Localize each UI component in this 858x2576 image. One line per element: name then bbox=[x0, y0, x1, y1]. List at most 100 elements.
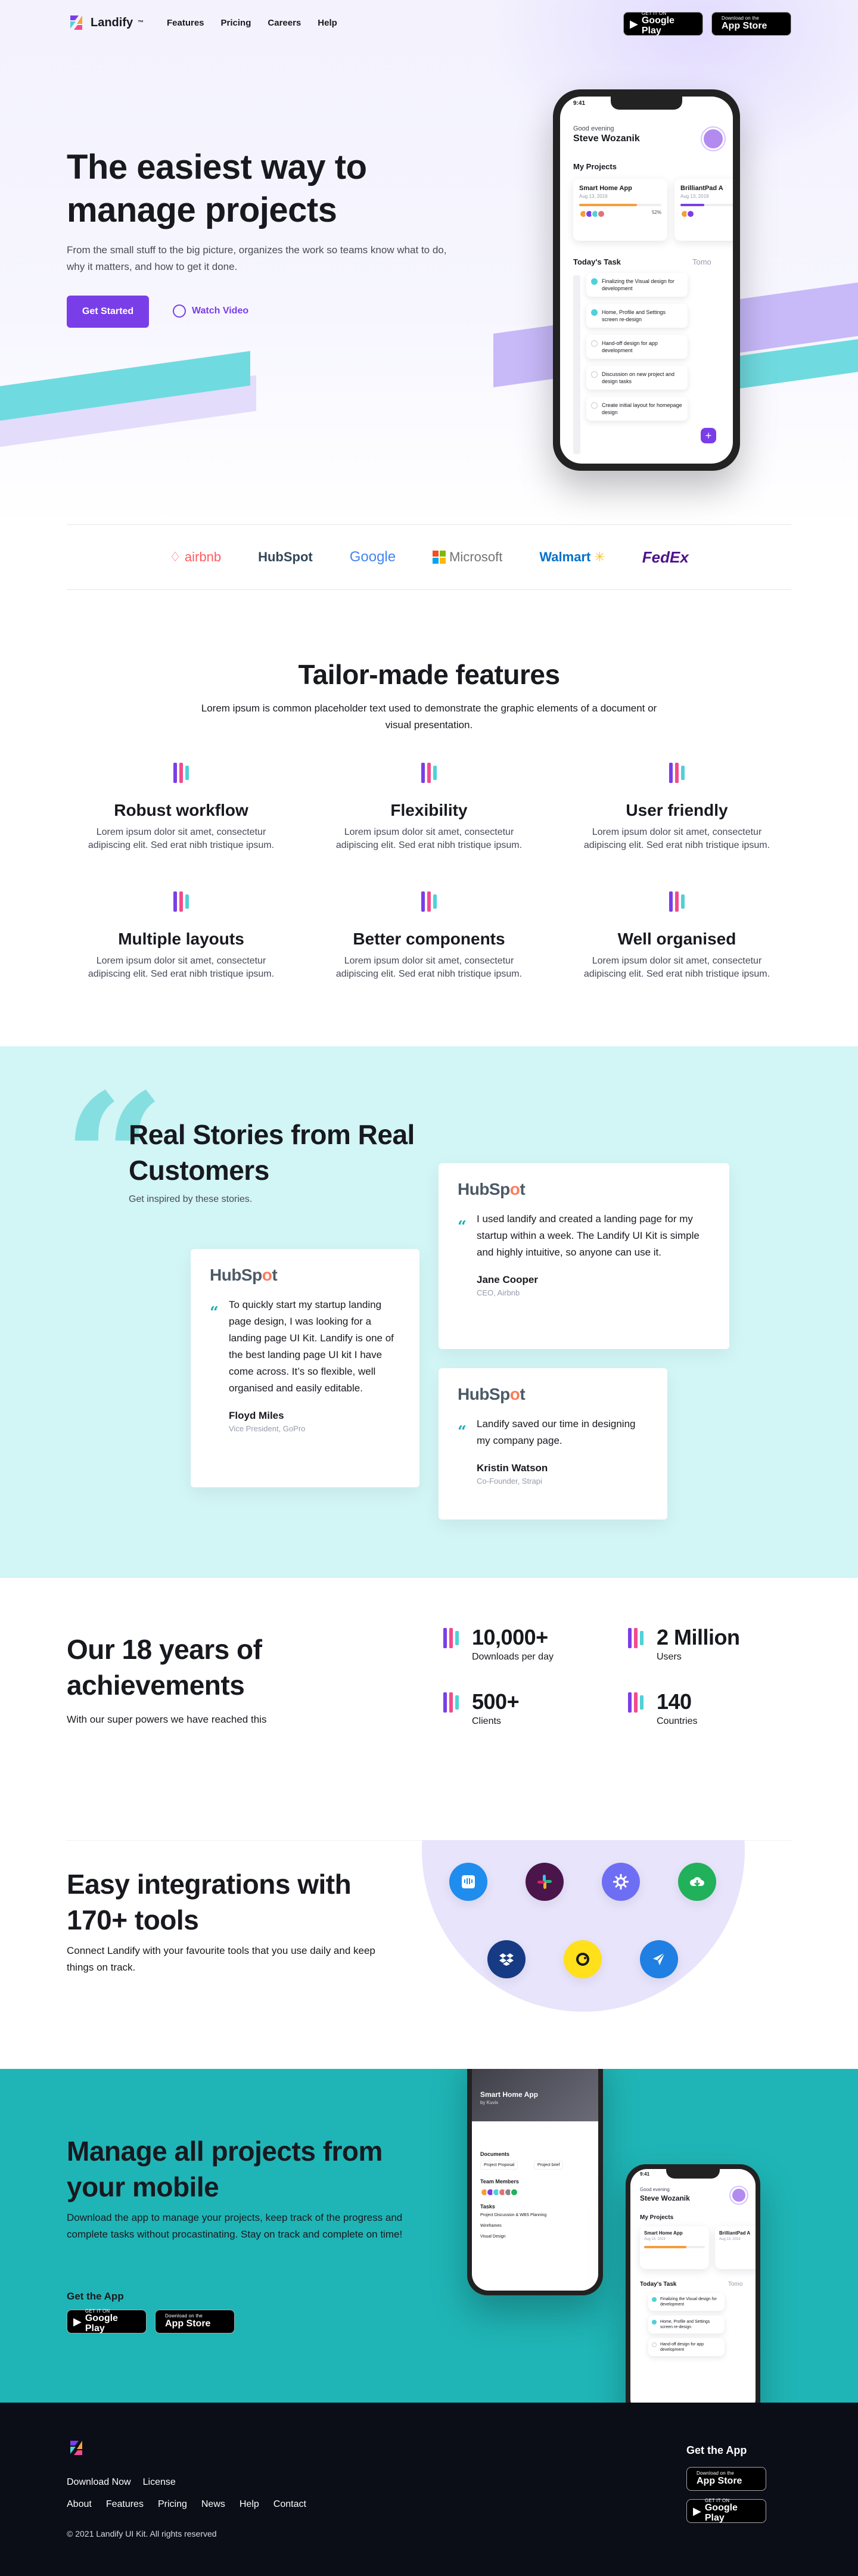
phone-screen: 9:41 Good evening Steve Wozanik My Proje… bbox=[560, 97, 733, 464]
footer-link-help[interactable]: Help bbox=[240, 2499, 259, 2510]
task-item[interactable]: Finalizing the Visual design for develop… bbox=[648, 2293, 725, 2311]
phone-tomorrow-heading: Tomo bbox=[692, 257, 711, 266]
stat-bars-icon bbox=[443, 1692, 461, 1713]
testimonial-text: I used landify and created a landing pag… bbox=[477, 1213, 700, 1258]
mailchimp-icon[interactable] bbox=[564, 1940, 602, 1978]
project-title: BrilliantPad A bbox=[719, 2230, 751, 2236]
quote-icon: “ bbox=[210, 1304, 219, 1322]
project-progress-bar bbox=[579, 204, 661, 206]
task-item[interactable]: Create initial layout for homepage desig… bbox=[586, 397, 688, 421]
footer-link-license[interactable]: License bbox=[143, 2477, 176, 2488]
google-play-icon: ▶ bbox=[73, 2316, 82, 2328]
task-label: Hand-off design for app development bbox=[602, 340, 658, 353]
phone-notch bbox=[611, 97, 682, 110]
airbnb-icon: ♢ bbox=[169, 549, 181, 564]
stories-section: “ Real Stories from Real Customers Get i… bbox=[0, 1046, 858, 1578]
task-item[interactable]: Home, Profile and Settings screen re-des… bbox=[586, 304, 688, 328]
google-play-button[interactable]: ▶ GET IT ON Google Play bbox=[686, 2498, 766, 2523]
feature-text: Lorem ipsum dolor sit amet, consectetur … bbox=[335, 827, 523, 850]
logos-row: ♢ airbnb HubSpot Google Microsoft Walmart… bbox=[67, 524, 791, 590]
google-play-button[interactable]: ▶ GET IT ON Google Play bbox=[623, 11, 703, 36]
task-label: Finalizing the Visual design for develop… bbox=[602, 278, 674, 291]
footer-link-download[interactable]: Download Now bbox=[67, 2477, 131, 2488]
intercom-icon[interactable] bbox=[449, 1863, 487, 1901]
mobile-phone-front: 9:41 Good evening Steve Wozanik My Proje… bbox=[626, 2164, 760, 2403]
slack-icon[interactable] bbox=[526, 1863, 564, 1901]
stat-bars-icon bbox=[628, 1628, 646, 1648]
logo-text: Google bbox=[349, 549, 396, 565]
project-card[interactable]: BrilliantPad A Aug 13, 2019 bbox=[674, 179, 733, 241]
phone-avatar[interactable] bbox=[702, 128, 725, 150]
quote-icon: “ bbox=[458, 1423, 467, 1441]
footer-logo[interactable] bbox=[67, 2438, 86, 2457]
google-play-button[interactable]: ▶ GET IT ON Google Play bbox=[67, 2308, 147, 2334]
hero-section: Landify ™ Features Pricing Careers Help ▶… bbox=[0, 0, 858, 524]
brand-logo[interactable]: Landify ™ bbox=[67, 13, 144, 32]
feature-bars-icon bbox=[668, 763, 686, 783]
features-subtitle: Lorem ipsum is common placeholder text u… bbox=[201, 703, 657, 731]
openai-icon[interactable] bbox=[602, 1863, 640, 1901]
send-icon[interactable] bbox=[640, 1940, 678, 1978]
project-card[interactable]: Smart Home App Aug 13, 2019 52% bbox=[573, 179, 667, 241]
project-card[interactable]: Smart Home App Aug 13, 2019 bbox=[640, 2226, 709, 2269]
nav-link-features[interactable]: Features bbox=[167, 18, 204, 28]
front-phone-time: 9:41 bbox=[640, 2171, 650, 2177]
logo-text: HubSp bbox=[210, 1266, 262, 1284]
stat-label: Countries bbox=[657, 1716, 698, 1726]
task-item[interactable]: Finalizing the Visual design for develop… bbox=[586, 273, 688, 297]
stat-value: 140 bbox=[657, 1689, 692, 1714]
task-item[interactable]: Discussion on new project and design tas… bbox=[586, 366, 688, 390]
testimonial-card: HubSpot “ Landify saved our time in desi… bbox=[439, 1368, 667, 1520]
footer-link-about[interactable]: About bbox=[67, 2499, 92, 2510]
back-phone-doc2: Project brief bbox=[534, 2161, 564, 2170]
phone-greeting: Good evening bbox=[573, 125, 614, 132]
app-store-button[interactable]: Download on the App Store bbox=[686, 2467, 766, 2491]
dropbox-icon[interactable] bbox=[487, 1940, 526, 1978]
project-avatars bbox=[579, 210, 661, 218]
feature-bars-icon bbox=[420, 763, 438, 783]
testimonial-text: Landify saved our time in designing my c… bbox=[477, 1418, 636, 1446]
project-progress-text: 52% bbox=[651, 210, 661, 215]
project-title: BrilliantPad A bbox=[680, 185, 723, 192]
back-phone-tasks: Tasks bbox=[480, 2204, 495, 2210]
back-phone-task3: Visual Design bbox=[480, 2235, 506, 2239]
hubspot-logo: HubSpot bbox=[258, 549, 313, 565]
watch-video-button[interactable]: Watch Video bbox=[173, 304, 248, 318]
nav-link-careers[interactable]: Careers bbox=[268, 18, 301, 28]
feature-text: Lorem ipsum dolor sit amet, consectetur … bbox=[88, 827, 275, 850]
logo-text: t bbox=[520, 1385, 526, 1403]
task-label: Home, Profile and Settings screen re-des… bbox=[660, 2320, 710, 2329]
google-play-big-text: Google Play bbox=[85, 2313, 118, 2334]
task-item[interactable]: Hand-off design for app development bbox=[648, 2338, 725, 2356]
testimonial-name: Floyd Miles bbox=[229, 1410, 284, 1421]
logo-text: HubSp bbox=[458, 1385, 510, 1403]
watch-video-label: Watch Video bbox=[192, 306, 249, 316]
phone-avatar[interactable] bbox=[730, 2187, 747, 2204]
phone-time: 9:41 bbox=[573, 100, 586, 107]
back-phone-doc1: Project Proposal bbox=[480, 2161, 518, 2170]
project-card[interactable]: BrilliantPad A Aug 13, 2019 bbox=[715, 2226, 756, 2269]
footer-link-features[interactable]: Features bbox=[106, 2499, 144, 2510]
nav-link-help[interactable]: Help bbox=[318, 18, 337, 28]
app-store-button[interactable]: Download on the App Store bbox=[711, 12, 791, 36]
nav-link-pricing[interactable]: Pricing bbox=[221, 18, 251, 28]
phone-screen: 9:41 Good evening Steve Wozanik My Proje… bbox=[630, 2169, 756, 2403]
task-item[interactable]: Hand-off design for app development bbox=[586, 335, 688, 359]
footer-link-contact[interactable]: Contact bbox=[273, 2499, 306, 2510]
get-started-button[interactable]: Get Started bbox=[67, 296, 149, 328]
cloud-icon[interactable] bbox=[678, 1863, 716, 1901]
add-task-button[interactable]: + bbox=[701, 428, 716, 443]
app-store-button[interactable]: Download on the App Store bbox=[155, 2310, 235, 2333]
landify-logo-icon bbox=[67, 13, 86, 32]
hubspot-logo: HubSpot bbox=[458, 1180, 710, 1199]
footer-link-pricing[interactable]: Pricing bbox=[158, 2499, 187, 2510]
logos-section: ♢ airbnb HubSpot Google Microsoft Walmart… bbox=[0, 524, 858, 590]
task-item[interactable]: Home, Profile and Settings screen re-des… bbox=[648, 2316, 725, 2333]
microsoft-icon bbox=[433, 551, 446, 564]
fedex-logo: FedEx bbox=[642, 548, 689, 567]
footer-link-news[interactable]: News bbox=[201, 2499, 225, 2510]
back-phone-task2: Wireframes bbox=[480, 2224, 502, 2228]
footer-links-primary: Download Now License bbox=[67, 2477, 176, 2488]
testimonial-role: Vice President, GoPro bbox=[229, 1424, 306, 1433]
task-label: Create initial layout for homepage desig… bbox=[602, 402, 682, 415]
